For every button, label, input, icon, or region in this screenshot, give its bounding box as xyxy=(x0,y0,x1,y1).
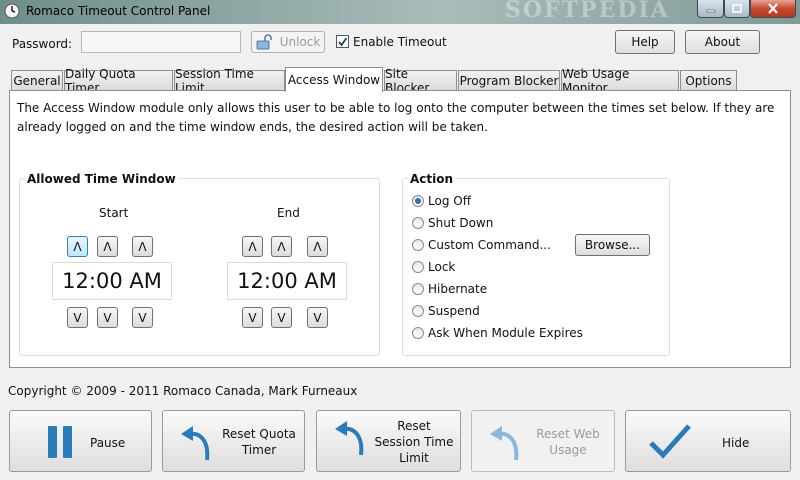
radio-label-lock[interactable]: Lock xyxy=(428,260,455,274)
end-hour-down-button[interactable]: V xyxy=(242,307,263,328)
hide-label: Hide xyxy=(722,436,750,450)
checkmark-icon xyxy=(338,37,348,47)
close-icon xyxy=(768,3,778,14)
browse-button[interactable]: Browse... xyxy=(575,234,650,256)
radio-ask-when-expires[interactable] xyxy=(412,327,424,339)
checkmark-icon xyxy=(649,424,691,459)
access-window-description: The Access Window module only allows thi… xyxy=(17,101,775,134)
lock-icon xyxy=(256,34,272,50)
pause-button[interactable]: Pause xyxy=(9,410,152,472)
undo-arrow-icon xyxy=(181,426,210,461)
help-button[interactable]: Help xyxy=(615,30,675,54)
start-ampm-down-button[interactable]: V xyxy=(132,307,153,328)
app-icon xyxy=(4,3,20,19)
password-label: Password: xyxy=(12,37,73,51)
undo-arrow-icon xyxy=(490,426,519,461)
tab-daily-quota-timer[interactable]: Daily Quota Timer xyxy=(64,67,173,95)
allowed-time-window-title: Allowed Time Window xyxy=(25,172,178,186)
minimize-button[interactable] xyxy=(697,0,724,18)
end-time-field[interactable]: 12:00 AM xyxy=(227,262,347,300)
radio-hibernate[interactable] xyxy=(412,283,424,295)
start-minute-down-button[interactable]: V xyxy=(97,307,118,328)
start-label: Start xyxy=(99,206,129,220)
tab-access-window[interactable]: Access Window xyxy=(285,67,383,92)
reset-quota-timer-button[interactable]: Reset Quota Timer xyxy=(162,410,305,472)
softpedia-watermark: SOFTPEDIA xyxy=(505,0,670,23)
radio-log-off[interactable] xyxy=(412,195,424,207)
start-minute-up-button[interactable]: Λ xyxy=(97,236,118,257)
radio-suspend[interactable] xyxy=(412,305,424,317)
end-hour-up-button[interactable]: Λ xyxy=(242,236,263,257)
start-hour-down-button[interactable]: V xyxy=(67,307,88,328)
action-title: Action xyxy=(408,172,456,186)
tab-options[interactable]: Options xyxy=(680,70,737,90)
main-window: Romaco Timeout Control Panel SOFTPEDIA P… xyxy=(0,0,800,480)
radio-shut-down[interactable] xyxy=(412,217,424,229)
start-time-field[interactable]: 12:00 AM xyxy=(52,262,172,300)
maximize-icon xyxy=(732,4,742,13)
window-title: Romaco Timeout Control Panel xyxy=(26,4,211,18)
reset-session-time-limit-button[interactable]: Reset Session Time Limit xyxy=(316,410,461,472)
reset-session-time-limit-label: Reset Session Time Limit xyxy=(374,419,454,465)
tab-site-blocker[interactable]: Site Blocker xyxy=(384,67,457,95)
end-ampm-down-button[interactable]: V xyxy=(307,307,328,328)
about-button[interactable]: About xyxy=(685,30,760,54)
hide-button[interactable]: Hide xyxy=(625,410,791,472)
unlock-label: Unlock xyxy=(279,35,321,49)
start-ampm-up-button[interactable]: Λ xyxy=(132,236,153,257)
radio-lock[interactable] xyxy=(412,261,424,273)
radio-label-custom-command[interactable]: Custom Command... xyxy=(428,238,551,252)
radio-label-hibernate[interactable]: Hibernate xyxy=(428,282,487,296)
title-bar: Romaco Timeout Control Panel SOFTPEDIA xyxy=(0,0,800,24)
minimize-icon xyxy=(706,9,715,12)
end-label: End xyxy=(277,206,300,220)
start-hour-up-button[interactable]: Λ xyxy=(67,236,88,257)
reset-web-usage-button[interactable]: Reset Web Usage xyxy=(471,410,615,472)
pause-icon xyxy=(48,426,72,458)
tab-general[interactable]: General xyxy=(11,70,63,90)
password-field[interactable] xyxy=(81,31,241,53)
reset-quota-timer-label: Reset Quota Timer xyxy=(222,427,296,457)
unlock-button[interactable]: Unlock xyxy=(251,31,325,53)
radio-label-shut-down[interactable]: Shut Down xyxy=(428,216,493,230)
enable-timeout-label[interactable]: Enable Timeout xyxy=(353,35,447,49)
tab-program-blocker[interactable]: Program Blocker xyxy=(458,70,560,90)
end-ampm-up-button[interactable]: Λ xyxy=(307,236,328,257)
undo-arrow-icon xyxy=(335,421,364,456)
radio-label-log-off[interactable]: Log Off xyxy=(428,194,471,208)
end-minute-up-button[interactable]: Λ xyxy=(271,236,292,257)
reset-web-usage-label: Reset Web Usage xyxy=(536,427,600,457)
radio-custom-command[interactable] xyxy=(412,239,424,251)
pause-label: Pause xyxy=(90,436,126,450)
end-minute-down-button[interactable]: V xyxy=(271,307,292,328)
maximize-button[interactable] xyxy=(724,0,750,18)
tab-session-time-limit[interactable]: Session Time Limit xyxy=(174,67,285,95)
enable-timeout-checkbox[interactable] xyxy=(336,35,349,48)
radio-label-ask-when-expires[interactable]: Ask When Module Expires xyxy=(428,326,583,340)
close-button[interactable] xyxy=(750,0,796,18)
tab-web-usage-monitor[interactable]: Web Usage Monitor xyxy=(561,67,679,95)
radio-label-suspend[interactable]: Suspend xyxy=(428,304,480,318)
copyright-text: Copyright © 2009 - 2011 Romaco Canada, M… xyxy=(8,384,358,398)
